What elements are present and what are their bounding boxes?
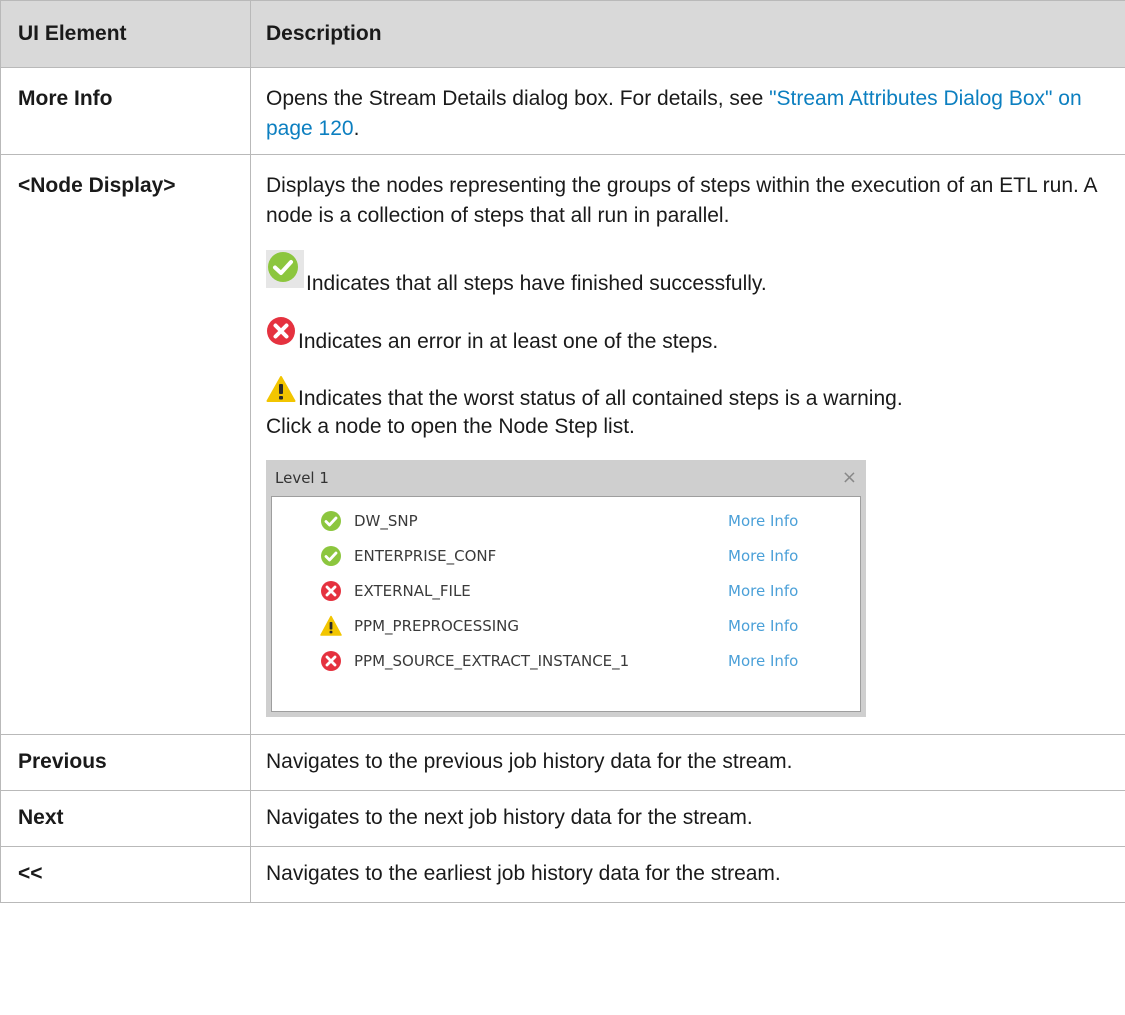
ui-element-description: Navigates to the previous job history da…	[250, 734, 1125, 791]
success-check-icon	[320, 545, 342, 567]
description-text: Displays the nodes representing the grou…	[266, 174, 1097, 227]
list-item[interactable]: DW_SNP More Info	[272, 503, 860, 538]
more-info-link[interactable]: More Info	[728, 541, 798, 571]
warning-triangle-icon	[266, 375, 296, 412]
ui-element-description: Navigates to the earliest job history da…	[250, 846, 1125, 903]
ui-element-name: <<	[0, 846, 251, 903]
ui-element-description: Navigates to the next job history data f…	[250, 790, 1125, 847]
node-step-name: PPM_SOURCE_EXTRACT_INSTANCE_1	[354, 651, 630, 670]
error-x-icon	[320, 580, 342, 602]
node-panel-header: Level 1 ×	[271, 460, 861, 496]
node-step-panel: Level 1 × DW_SNP More Info ENTERPRISE_CO…	[266, 460, 866, 717]
ui-element-table: UI Element Description More Info Opens t…	[0, 0, 1125, 903]
status-error-text: Indicates an error in at least one of th…	[298, 330, 719, 353]
node-step-name: ENTERPRISE_CONF	[354, 546, 497, 565]
table-row: Previous Navigates to the previous job h…	[0, 734, 1125, 791]
table-row: << Navigates to the earliest job history…	[0, 846, 1125, 903]
node-step-name: DW_SNP	[354, 511, 418, 530]
ui-element-name: <Node Display>	[0, 154, 251, 735]
success-check-icon	[266, 250, 304, 297]
more-info-link[interactable]: More Info	[728, 646, 798, 676]
error-x-icon	[320, 650, 342, 672]
success-check-icon	[320, 510, 342, 532]
list-item[interactable]: PPM_SOURCE_EXTRACT_INSTANCE_1 More Info	[272, 643, 860, 678]
description-text: .	[353, 117, 360, 140]
ui-element-description: Displays the nodes representing the grou…	[250, 154, 1125, 735]
warning-triangle-icon	[320, 615, 342, 637]
click-hint-text: Click a node to open the Node Step list.	[266, 415, 635, 438]
status-warning-line: Indicates that the worst status of all c…	[266, 374, 1117, 412]
status-warning-text: Indicates that the worst status of all c…	[298, 387, 903, 410]
node-step-name: EXTERNAL_FILE	[354, 581, 471, 600]
status-success-text: Indicates that all steps have finished s…	[306, 272, 767, 295]
ui-element-description: Opens the Stream Details dialog box. For…	[250, 67, 1125, 155]
node-step-name: PPM_PREPROCESSING	[354, 616, 520, 635]
node-step-list: DW_SNP More Info ENTERPRISE_CONF More In…	[271, 496, 861, 712]
close-icon[interactable]: ×	[842, 463, 857, 493]
table-row: Next Navigates to the next job history d…	[0, 790, 1125, 847]
more-info-link[interactable]: More Info	[728, 611, 798, 641]
ui-element-name: More Info	[0, 67, 251, 155]
description-text: Opens the Stream Details dialog box. For…	[266, 87, 770, 110]
status-error-line: Indicates an error in at least one of th…	[266, 316, 1117, 355]
more-info-link[interactable]: More Info	[728, 576, 798, 606]
list-item[interactable]: ENTERPRISE_CONF More Info	[272, 538, 860, 573]
more-info-link[interactable]: More Info	[728, 506, 798, 536]
status-success-line: Indicates that all steps have finished s…	[266, 250, 1117, 297]
node-panel-title: Level 1	[275, 469, 329, 487]
list-item[interactable]: EXTERNAL_FILE More Info	[272, 573, 860, 608]
list-item[interactable]: PPM_PREPROCESSING More Info	[272, 608, 860, 643]
table-row: <Node Display> Displays the nodes repres…	[0, 154, 1125, 735]
header-ui-element: UI Element	[0, 0, 251, 68]
error-x-icon	[266, 316, 296, 355]
ui-element-name: Previous	[0, 734, 251, 791]
table-row: More Info Opens the Stream Details dialo…	[0, 67, 1125, 155]
table-header-row: UI Element Description	[0, 0, 1125, 68]
header-description: Description	[250, 0, 1125, 68]
ui-element-name: Next	[0, 790, 251, 847]
